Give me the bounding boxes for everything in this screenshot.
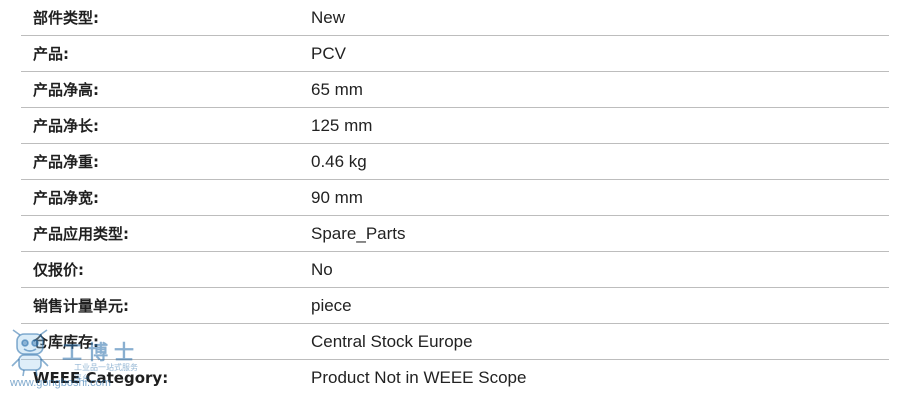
spec-value: 90 mm [311, 187, 363, 207]
spec-value: Spare_Parts [311, 223, 406, 243]
spec-label: 部件类型: [33, 9, 99, 27]
spec-row-application-type: 产品应用类型: Spare_Parts [21, 216, 889, 252]
spec-row-warehouse-stock: 仓库库存: Central Stock Europe [21, 324, 889, 360]
spec-value: 0.46 kg [311, 151, 367, 171]
spec-value: 125 mm [311, 115, 373, 135]
spec-label: 销售计量单元: [33, 297, 129, 315]
spec-value: Product Not in WEEE Scope [311, 367, 527, 387]
spec-row-net-length: 产品净长: 125 mm [21, 108, 889, 144]
spec-row-product: 产品: PCV [21, 36, 889, 72]
spec-row-weee-category: WEEE Category: Product Not in WEEE Scope [21, 360, 889, 395]
spec-value: Central Stock Europe [311, 331, 473, 351]
spec-value: No [311, 259, 333, 279]
spec-label: 产品: [33, 45, 69, 63]
spec-row-net-width: 产品净宽: 90 mm [21, 180, 889, 216]
spec-value: 65 mm [311, 79, 363, 99]
spec-value: PCV [311, 43, 346, 63]
spec-table: 部件类型: New 产品: PCV 产品净高: 65 mm 产品净长: 125 … [21, 0, 889, 395]
spec-label: 产品净长: [33, 117, 99, 135]
spec-row-net-height: 产品净高: 65 mm [21, 72, 889, 108]
spec-row-net-weight: 产品净重: 0.46 kg [21, 144, 889, 180]
spec-row-part-type: 部件类型: New [21, 0, 889, 36]
spec-label: 仅报价: [33, 261, 84, 279]
spec-label: WEEE Category: [33, 368, 169, 387]
spec-row-quote-only: 仅报价: No [21, 252, 889, 288]
spec-label: 产品净重: [33, 153, 99, 171]
spec-row-sales-unit: 销售计量单元: piece [21, 288, 889, 324]
spec-label: 产品应用类型: [33, 225, 129, 243]
spec-label: 仓库库存: [33, 333, 99, 351]
spec-label: 产品净高: [33, 81, 99, 99]
spec-label: 产品净宽: [33, 189, 99, 207]
spec-value: piece [311, 295, 352, 315]
spec-value: New [311, 7, 346, 27]
